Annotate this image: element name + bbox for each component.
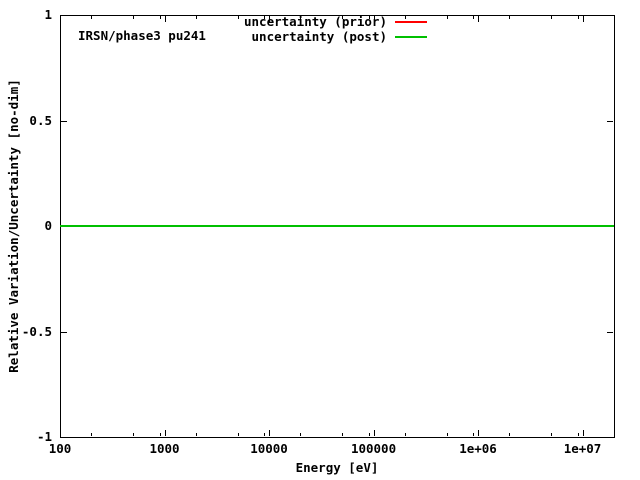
x-tick-label: 10000 [229,442,309,456]
x-tick-label: 1e+06 [438,442,518,456]
x-tick-label: 100000 [334,442,414,456]
x-axis-title: Energy [eV] [60,461,614,475]
x-tick-label: 100 [20,442,100,456]
y-tick-label: -1 [0,430,52,444]
gnuplot-chart: 1001000100001000001e+061e+0710.50-0.5-1 … [0,0,640,480]
legend-entry-prior: uncertainty (prior) [0,14,427,29]
x-tick-label: 1e+07 [543,442,623,456]
x-tick-label: 1000 [125,442,205,456]
y-axis-title: Relative Variation/Uncertainty [no-dim] [7,79,21,373]
legend: uncertainty (prior) uncertainty (post) [0,14,427,44]
plot-area [0,0,640,480]
legend-label-prior: uncertainty (prior) [244,14,387,29]
legend-line-sample-post [395,36,427,38]
legend-line-sample-prior [395,21,427,23]
legend-label-post: uncertainty (post) [252,29,387,44]
legend-entry-post: uncertainty (post) [0,29,427,44]
